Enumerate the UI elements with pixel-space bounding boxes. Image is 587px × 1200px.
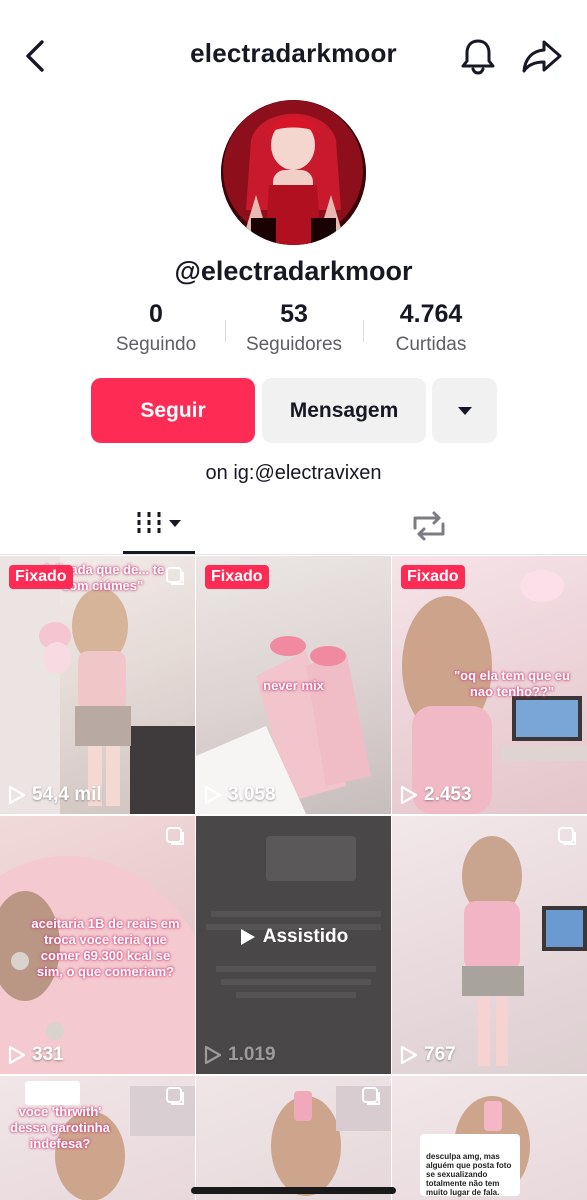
view-count: 54,4 mil [8,784,102,806]
view-count: 331 [8,1044,64,1066]
play-outline-icon [8,1045,26,1065]
video-tile[interactable]: 767 [392,816,587,1074]
play-outline-icon [204,1045,222,1065]
pinned-badge: Fixado [401,565,465,589]
tab-reposts[interactable] [405,506,453,546]
stat-likes-label: Curtidas [395,334,467,355]
view-count: 2.453 [400,784,472,806]
avatar[interactable] [221,100,366,245]
notifications-button[interactable] [458,36,498,76]
home-indicator [191,1187,396,1194]
stat-likes[interactable]: 4.764 Curtidas [356,300,506,356]
profile-handle: @electradarkmoor [174,256,413,286]
repost-icon [413,511,445,541]
multi-video-icon [166,567,184,585]
play-outline-icon [8,785,26,805]
watched-overlay: Assistido [196,926,391,948]
play-filled-icon [240,929,255,945]
top-bar: electradarkmoor [0,0,587,110]
video-tile[interactable]: delicada que de... te com ciúmes" Fixado… [0,556,195,814]
video-caption: never mix [263,678,324,693]
view-count: 1.019 [204,1044,276,1066]
avatar-image [221,100,366,245]
video-tile[interactable]: "oq ela tem que eu nao tenho??" Fixado 2… [392,556,587,814]
stat-following[interactable]: 0 Seguindo [81,300,231,356]
view-count: 767 [400,1044,456,1066]
profile-tabs [0,500,587,555]
message-button[interactable]: Mensagem [262,378,426,443]
video-caption: desculpa amg, mas alguém que posta foto … [426,1152,512,1197]
follow-button[interactable]: Seguir [91,378,255,443]
video-tile[interactable]: aceitaria 1B de reais em troca voce teri… [0,816,195,1074]
video-caption: voce 'thrwith' dessa garotinha indefesa? [10,1104,110,1151]
video-tile[interactable] [196,1076,391,1200]
video-thumbnail [0,556,195,814]
pinned-badge: Fixado [205,565,269,589]
view-count-value: 767 [424,1044,456,1065]
video-tile[interactable]: voce 'thrwith' dessa garotinha indefesa? [0,1076,195,1200]
share-arrow-icon [522,40,562,73]
video-tile[interactable]: Assistido 1.019 [196,816,391,1074]
more-options-button[interactable] [432,378,497,443]
play-outline-icon [400,785,418,805]
profile-bio: on ig:@electravixen [205,462,382,484]
bell-icon [461,39,495,75]
play-outline-icon [400,1045,418,1065]
video-grid: delicada que de... te com ciúmes" Fixado… [0,556,587,1200]
multi-video-icon [166,827,184,845]
stat-following-label: Seguindo [115,334,197,355]
multi-video-icon [558,827,576,845]
stat-followers-value: 53 [280,300,308,328]
multi-video-icon [362,1087,380,1105]
video-caption: aceitaria 1B de reais em troca voce teri… [31,916,180,979]
profile-stats: 0 Seguindo 53 Seguidores 4.764 Curtidas [0,300,587,364]
video-tile[interactable]: never mix Fixado 3.058 [196,556,391,814]
video-caption: "oq ela tem que eu nao tenho??" [454,668,570,699]
grid-bars-icon [137,512,181,536]
stat-followers-label: Seguidores [245,334,343,355]
play-outline-icon [204,785,222,805]
video-tile[interactable]: desculpa amg, mas alguém que posta foto … [392,1076,587,1200]
active-tab-indicator [123,551,195,554]
stat-likes-value: 4.764 [399,300,463,328]
share-button[interactable] [520,36,564,76]
view-count-value: 2.453 [424,784,472,805]
view-count-value: 1.019 [228,1044,276,1065]
pinned-badge: Fixado [9,565,73,589]
view-count-value: 3.058 [228,784,276,805]
view-count-value: 331 [32,1044,64,1065]
video-thumbnail [462,836,587,1066]
caret-down-icon [457,406,472,415]
page-title: electradarkmoor [190,38,397,68]
view-count: 3.058 [204,784,276,806]
stat-following-value: 0 [149,300,163,328]
tab-videos[interactable] [123,500,195,552]
watched-label: Assistido [262,926,349,947]
multi-video-icon [166,1087,184,1105]
view-count-value: 54,4 mil [32,784,102,805]
stat-followers[interactable]: 53 Seguidores [219,300,369,356]
